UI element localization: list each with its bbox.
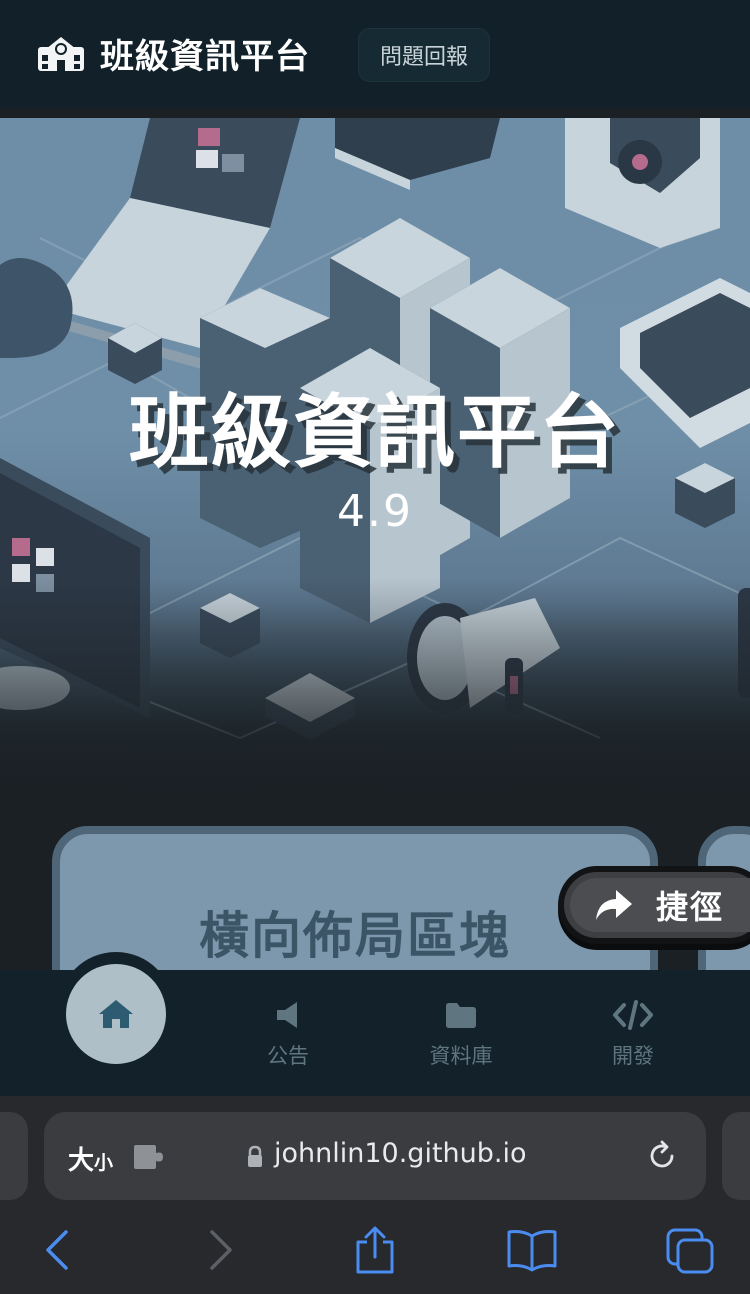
forward-icon[interactable] [202, 1226, 238, 1274]
brand-link[interactable]: 班級資訊平台 [36, 30, 310, 77]
shortcut-button[interactable]: 捷徑 [558, 866, 750, 944]
nav-label-development: 開發 [612, 1044, 654, 1068]
nav-item-announcements[interactable]: 公告 [228, 1000, 348, 1070]
bookmarks-icon[interactable] [506, 1226, 558, 1274]
nav-label-announcements: 公告 [267, 1044, 309, 1068]
nav-item-database[interactable]: 資料庫 [401, 1000, 521, 1070]
hero-gradient [0, 578, 750, 808]
top-navbar: 班級資訊平台 問題回報 [0, 0, 750, 108]
nav-label-database: 資料庫 [429, 1044, 493, 1068]
shortcut-label: 捷徑 [656, 888, 725, 926]
hero-title: 班級資訊平台 [129, 386, 621, 479]
next-tab-peek[interactable] [722, 1112, 750, 1200]
text-size-button[interactable]: 大小 [68, 1140, 113, 1177]
previous-tab-peek[interactable] [0, 1112, 28, 1200]
share-icon[interactable] [352, 1226, 398, 1276]
brand-title: 班級資訊平台 [100, 36, 310, 77]
code-icon [613, 1000, 653, 1030]
text-size-small: 小 [94, 1152, 114, 1174]
report-issue-button[interactable]: 問題回報 [358, 28, 490, 82]
tabs-icon[interactable] [664, 1226, 716, 1276]
nav-item-development[interactable]: 開發 [573, 1000, 693, 1070]
home-icon [99, 1000, 133, 1028]
camera-illustration [565, 118, 720, 248]
folder-icon [446, 1003, 476, 1028]
school-icon [38, 37, 84, 71]
hero-banner: 班級資訊平台 4.9 [0, 118, 750, 808]
version-label: 4.9 [337, 486, 413, 537]
text-size-big: 大 [68, 1146, 95, 1176]
url-text: johnlin10.github.io [274, 1138, 527, 1169]
nav-home-button[interactable] [66, 964, 166, 1064]
extension-puzzle-icon[interactable] [132, 1143, 166, 1171]
reload-icon[interactable] [644, 1138, 680, 1174]
share-arrow-icon [596, 890, 632, 920]
megaphone-icon [277, 1002, 297, 1028]
back-icon[interactable] [40, 1226, 76, 1274]
lock-icon [248, 1145, 262, 1167]
